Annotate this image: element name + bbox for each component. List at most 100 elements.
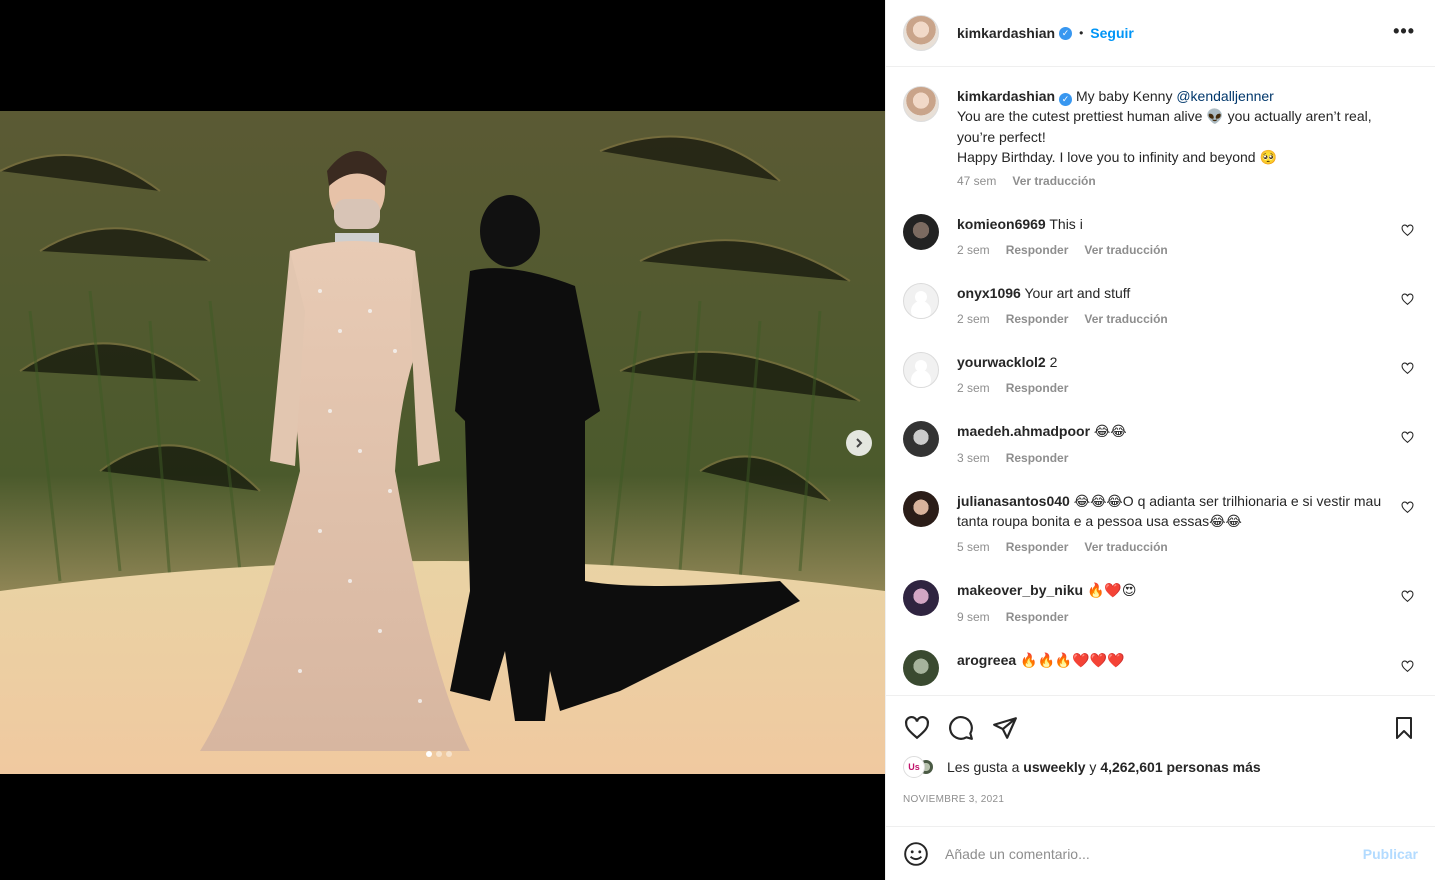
liker-avatar[interactable]: Us	[903, 756, 925, 778]
carousel-indicator	[426, 751, 452, 757]
like-comment-heart-icon[interactable]	[1401, 660, 1414, 673]
verified-badge-icon: ✓	[1059, 26, 1073, 40]
separator: •	[1079, 26, 1084, 40]
author-username[interactable]: kimkardashian	[957, 25, 1055, 41]
author-avatar[interactable]	[903, 15, 939, 51]
like-comment-heart-icon[interactable]	[1401, 224, 1414, 237]
comment-time[interactable]: 2 sem	[957, 312, 990, 326]
like-comment-heart-icon[interactable]	[1401, 362, 1414, 375]
comment-text: 2	[1049, 354, 1058, 370]
commenter-username[interactable]: yourwacklol2	[957, 354, 1046, 370]
caption-line3: Happy Birthday. I love you to infinity a…	[957, 149, 1260, 165]
translate-button[interactable]: Ver traducción	[1084, 312, 1167, 326]
comment-time[interactable]: 5 sem	[957, 540, 990, 554]
commenter-avatar[interactable]	[903, 491, 939, 527]
comment-item: komieon6969 This i 2 sem Responder Ver tra…	[903, 214, 1418, 257]
comment-item: arogreea 🔥🔥🔥❤️❤️❤️	[903, 650, 1418, 686]
emoji-icon[interactable]	[903, 841, 929, 867]
commenter-avatar[interactable]	[903, 283, 939, 319]
commenter-username[interactable]: komieon6969	[957, 216, 1046, 232]
comment-text: 🔥❤️😍	[1086, 583, 1137, 599]
commenter-avatar[interactable]	[903, 352, 939, 388]
publish-button[interactable]: Publicar	[1363, 846, 1418, 862]
post-actions: Us Les gusta a usweekly y 4,262,601 pers…	[886, 695, 1435, 805]
comment-text: Your art and stuff	[1024, 285, 1131, 301]
chevron-right-icon	[856, 438, 863, 448]
alien-emoji: 👽	[1206, 109, 1224, 125]
comment-item: makeover_by_niku 🔥❤️😍 9 sem Responder	[903, 580, 1418, 624]
next-photo-button[interactable]	[846, 430, 872, 456]
comments-list[interactable]: kimkardashian ✓ My baby Kenny @kendalljen…	[886, 68, 1435, 694]
post-media	[0, 0, 885, 880]
post-header: kimkardashian ✓ • Seguir •••	[886, 0, 1435, 67]
translate-button[interactable]: Ver traducción	[1084, 540, 1167, 554]
heart-icon	[905, 715, 929, 740]
caption: kimkardashian ✓ My baby Kenny @kendalljen…	[903, 86, 1418, 188]
reply-button[interactable]: Responder	[1006, 312, 1069, 326]
comment-button[interactable]	[947, 714, 975, 742]
comment-text: 🔥🔥🔥❤️❤️❤️	[1020, 653, 1125, 669]
photo-illustration	[0, 111, 885, 774]
comment-time[interactable]: 2 sem	[957, 243, 990, 257]
like-comment-heart-icon[interactable]	[1401, 590, 1414, 603]
like-comment-heart-icon[interactable]	[1401, 501, 1414, 514]
like-comment-heart-icon[interactable]	[1401, 293, 1414, 306]
comment-item: julianasantos040 😂😂😂O q adianta ser tril…	[903, 491, 1418, 554]
comment-input[interactable]	[945, 845, 1363, 862]
likes-count[interactable]: 4,262,601 personas más	[1100, 759, 1260, 775]
like-button[interactable]	[903, 714, 931, 742]
likes-middle: y	[1085, 759, 1101, 775]
commenter-username[interactable]: arogreea	[957, 652, 1016, 668]
save-button[interactable]	[1390, 714, 1418, 742]
likes-prefix: Les gusta a	[947, 759, 1024, 775]
caption-line2a: You are the cutest prettiest human alive	[957, 108, 1207, 124]
add-comment-bar: Publicar	[886, 826, 1435, 880]
comment-item: yourwacklol2 2 2 sem Responder	[903, 352, 1418, 395]
likes-summary: Us Les gusta a usweekly y 4,262,601 pers…	[903, 756, 1418, 778]
comment-time[interactable]: 9 sem	[957, 610, 990, 624]
share-button[interactable]	[991, 714, 1019, 742]
post-photo	[0, 111, 885, 774]
liker-username[interactable]: usweekly	[1023, 759, 1085, 775]
reply-button[interactable]: Responder	[1006, 243, 1069, 257]
like-comment-heart-icon[interactable]	[1401, 431, 1414, 444]
follow-button[interactable]: Seguir	[1090, 25, 1134, 41]
caption-time[interactable]: 47 sem	[957, 174, 996, 188]
comment-time[interactable]: 3 sem	[957, 451, 990, 465]
comment-text: This i	[1049, 216, 1083, 232]
reply-button[interactable]: Responder	[1006, 540, 1069, 554]
caption-text: My baby Kenny	[1075, 88, 1177, 104]
more-options-icon[interactable]: •••	[1393, 22, 1415, 40]
instagram-post-modal: kimkardashian ✓ • Seguir ••• kimkardashi…	[0, 0, 1435, 880]
commenter-username[interactable]: makeover_by_niku	[957, 582, 1083, 598]
carousel-dot	[426, 751, 432, 757]
carousel-dot	[446, 751, 452, 757]
comment-text: 😂😂	[1093, 424, 1127, 440]
post-details-panel: kimkardashian ✓ • Seguir ••• kimkardashi…	[885, 0, 1435, 880]
commenter-username[interactable]: julianasantos040	[957, 493, 1070, 509]
commenter-username[interactable]: onyx1096	[957, 285, 1021, 301]
paper-plane-icon	[993, 717, 1017, 739]
comment-time[interactable]: 2 sem	[957, 381, 990, 395]
commenter-avatar[interactable]	[903, 421, 939, 457]
translate-button[interactable]: Ver traducción	[1012, 174, 1095, 188]
translate-button[interactable]: Ver traducción	[1084, 243, 1167, 257]
reply-button[interactable]: Responder	[1006, 610, 1069, 624]
reply-button[interactable]: Responder	[1006, 451, 1069, 465]
reply-button[interactable]: Responder	[1006, 381, 1069, 395]
pleading-emoji: 🥺	[1259, 150, 1277, 166]
bookmark-icon	[1396, 717, 1412, 739]
caption-mention[interactable]: @kendalljenner	[1176, 88, 1274, 104]
comment-bubble-icon	[949, 716, 973, 740]
commenter-username[interactable]: maedeh.ahmadpoor	[957, 423, 1090, 439]
caption-username[interactable]: kimkardashian	[957, 88, 1055, 104]
commenter-avatar[interactable]	[903, 580, 939, 616]
post-date[interactable]: NOVIEMBRE 3, 2021	[903, 794, 1418, 805]
commenter-avatar[interactable]	[903, 214, 939, 250]
commenter-avatar[interactable]	[903, 650, 939, 686]
caption-avatar[interactable]	[903, 86, 939, 122]
comment-item: maedeh.ahmadpoor 😂😂 3 sem Responder	[903, 421, 1418, 465]
comment-item: onyx1096 Your art and stuff 2 sem Respond…	[903, 283, 1418, 326]
carousel-dot	[436, 751, 442, 757]
verified-badge-icon: ✓	[1059, 93, 1073, 106]
